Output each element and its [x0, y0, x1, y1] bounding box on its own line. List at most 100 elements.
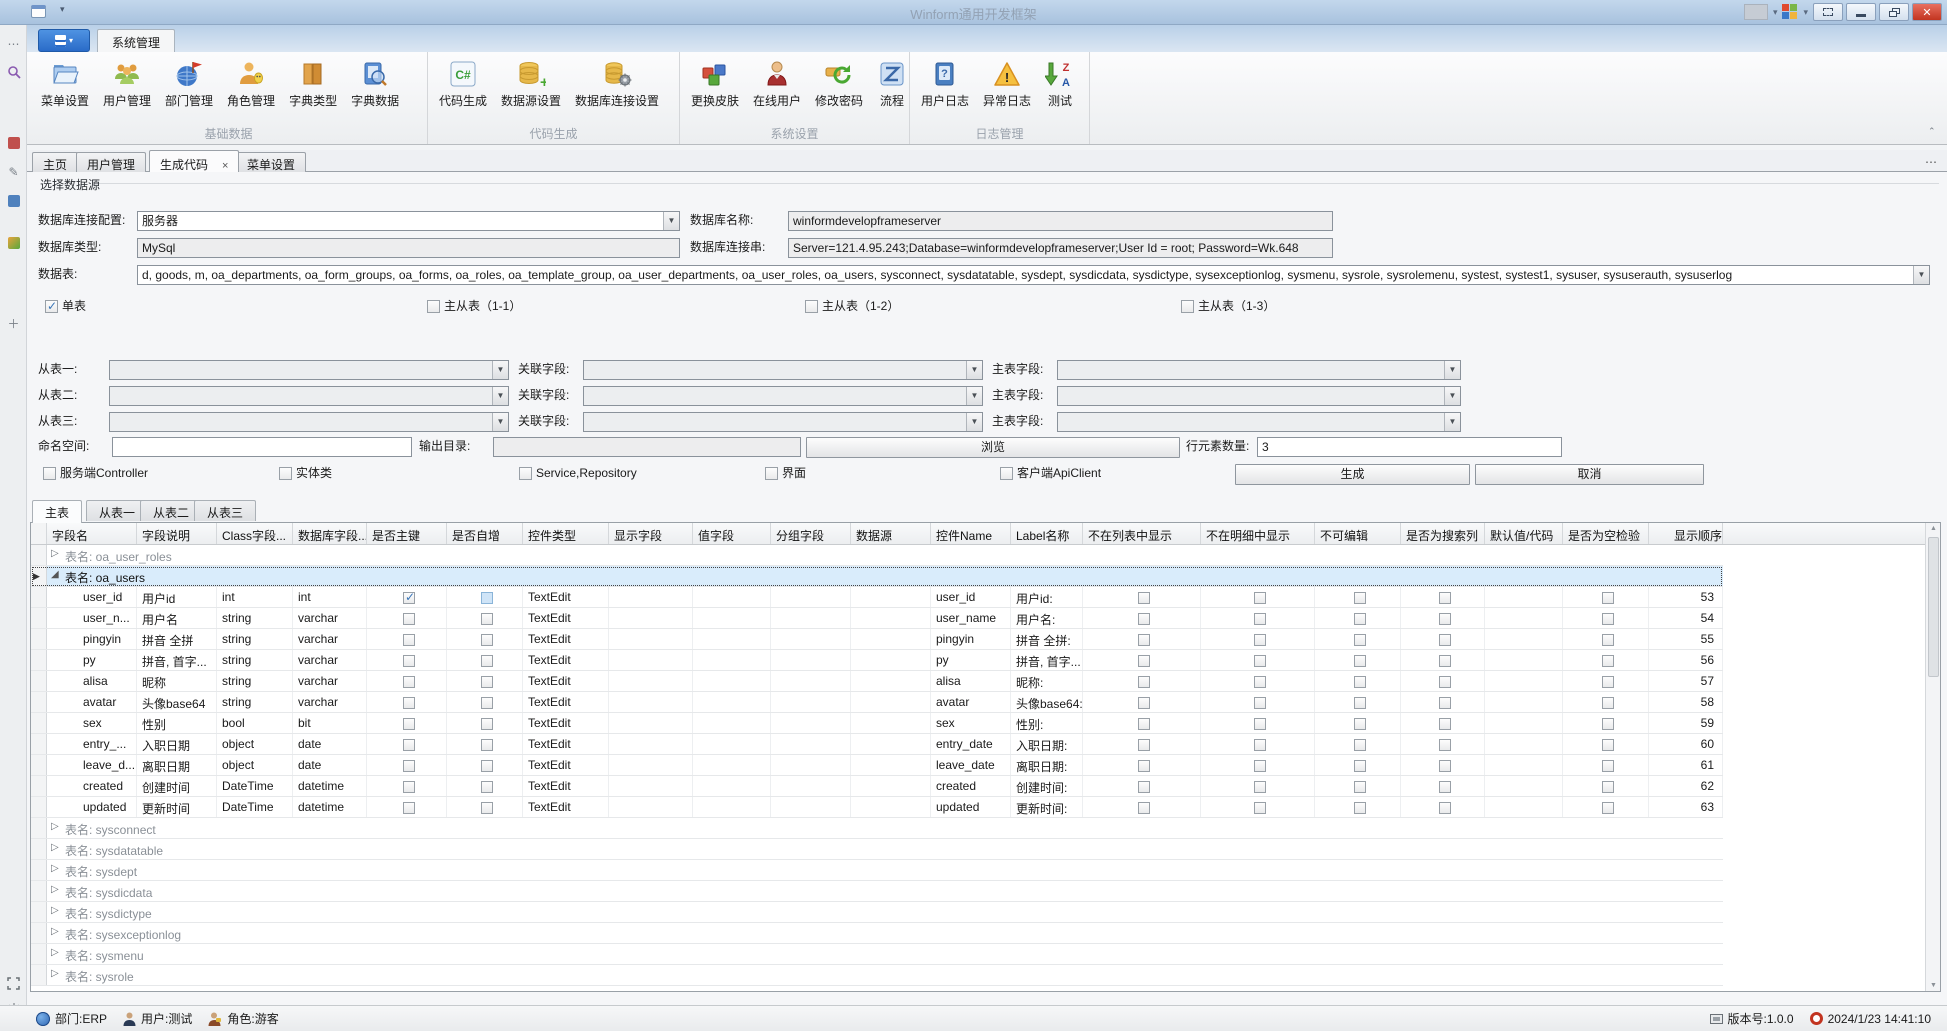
cell-is-autoinc[interactable] [447, 755, 523, 775]
cell-class-type[interactable]: DateTime [217, 797, 293, 817]
checkbox-icon[interactable] [1602, 718, 1614, 730]
cell-class-type[interactable]: string [217, 650, 293, 670]
checkbox-icon[interactable] [1254, 718, 1266, 730]
dictionary-data-button[interactable]: 字典数据 [344, 56, 406, 111]
checkbox-icon[interactable] [1354, 760, 1366, 772]
checkbox-icon[interactable] [403, 739, 415, 751]
cell-is-pk[interactable] [367, 776, 447, 796]
cell-is-search[interactable] [1401, 650, 1485, 670]
checkbox-icon[interactable] [403, 781, 415, 793]
cell-display-order[interactable]: 58 [1649, 692, 1723, 712]
chevron-down-icon[interactable]: ▾ [1773, 7, 1778, 18]
checkbox-icon[interactable] [1138, 718, 1150, 730]
cell-is-autoinc[interactable] [447, 713, 523, 733]
cell-hide-in-detail[interactable] [1201, 776, 1315, 796]
col-control-type[interactable]: 控件类型 [523, 523, 609, 544]
cell-field-desc[interactable]: 离职日期 [137, 755, 217, 775]
browse-button[interactable]: 浏览 [806, 437, 1180, 458]
cell-display-field[interactable] [609, 755, 693, 775]
cell-hide-in-list[interactable] [1083, 776, 1201, 796]
checkbox-icon[interactable] [403, 592, 415, 604]
cell-control-type[interactable]: TextEdit [523, 755, 609, 775]
cell-is-pk[interactable] [367, 587, 447, 607]
checkbox-icon[interactable] [1602, 592, 1614, 604]
cell-null-check[interactable] [1563, 671, 1649, 691]
field-row[interactable]: user_n... 用户名 string varchar TextEdit us… [31, 608, 1723, 629]
cell-not-editable[interactable] [1315, 776, 1401, 796]
cell-display-field[interactable] [609, 713, 693, 733]
checkbox-icon[interactable] [1439, 592, 1451, 604]
cell-is-pk[interactable] [367, 713, 447, 733]
checkbox-icon[interactable] [481, 739, 493, 751]
checkbox-icon[interactable] [1439, 739, 1451, 751]
cell-is-search[interactable] [1401, 671, 1485, 691]
checkbox-icon[interactable] [1439, 697, 1451, 709]
cell-default-code[interactable] [1485, 713, 1563, 733]
cell-hide-in-detail[interactable] [1201, 629, 1315, 649]
cell-class-type[interactable]: int [217, 587, 293, 607]
checkbox-icon[interactable] [519, 467, 532, 480]
cell-display-order[interactable]: 62 [1649, 776, 1723, 796]
cell-group-field[interactable] [771, 776, 851, 796]
title-bar[interactable]: ▾ Winform通用开发框架 ▾ ▾ ✕ [0, 0, 1947, 25]
ribbon-collapse-icon[interactable]: ⌃ [1928, 126, 1936, 137]
col-is-pk[interactable]: 是否主键 [367, 523, 447, 544]
cell-null-check[interactable] [1563, 734, 1649, 754]
cell-group-field[interactable] [771, 587, 851, 607]
department-management-button[interactable]: 部门管理 [158, 56, 220, 111]
table-group-row[interactable]: 表名: sysdatatable [31, 839, 1723, 860]
cell-field-name[interactable]: leave_d... [47, 755, 137, 775]
cell-field-name[interactable]: created [47, 776, 137, 796]
fullscreen-button[interactable] [1813, 3, 1843, 21]
col-data-source[interactable]: 数据源 [851, 523, 931, 544]
cell-label-name[interactable]: 头像base64: [1011, 692, 1083, 712]
menu-settings-button[interactable]: 菜单设置 [34, 56, 96, 111]
cell-field-desc[interactable]: 拼音, 首字... [137, 650, 217, 670]
cell-field-desc[interactable]: 入职日期 [137, 734, 217, 754]
cell-display-field[interactable] [609, 734, 693, 754]
checkbox-icon[interactable] [1439, 781, 1451, 793]
cell-field-desc[interactable]: 拼音 全拼 [137, 629, 217, 649]
checkbox-icon[interactable] [1254, 697, 1266, 709]
checkbox-icon[interactable] [1602, 676, 1614, 688]
cell-control-type[interactable]: TextEdit [523, 797, 609, 817]
cell-default-code[interactable] [1485, 755, 1563, 775]
option-service-repository[interactable]: Service,Repository [519, 465, 637, 483]
field-row[interactable]: avatar 头像base64 string varchar TextEdit … [31, 692, 1723, 713]
scroll-up-icon[interactable]: ▲ [1926, 525, 1941, 532]
cell-null-check[interactable] [1563, 797, 1649, 817]
cell-hide-in-detail[interactable] [1201, 755, 1315, 775]
cell-class-type[interactable]: string [217, 608, 293, 628]
cell-hide-in-list[interactable] [1083, 671, 1201, 691]
edit-icon[interactable]: ✎ [0, 165, 27, 179]
field-row[interactable]: updated 更新时间 DateTime datetime TextEdit … [31, 797, 1723, 818]
cell-hide-in-detail[interactable] [1201, 650, 1315, 670]
checkbox-icon[interactable] [43, 467, 56, 480]
cell-is-search[interactable] [1401, 755, 1485, 775]
checkbox-icon[interactable] [1138, 613, 1150, 625]
checkbox-icon[interactable] [1138, 676, 1150, 688]
checkbox-icon[interactable] [1138, 697, 1150, 709]
cell-field-name[interactable]: avatar [47, 692, 137, 712]
checkbox-icon[interactable] [481, 718, 493, 730]
cell-is-search[interactable] [1401, 776, 1485, 796]
cell-is-pk[interactable] [367, 629, 447, 649]
cell-control-name[interactable]: py [931, 650, 1011, 670]
checkbox-icon[interactable] [1254, 739, 1266, 751]
cell-hide-in-detail[interactable] [1201, 587, 1315, 607]
expand-collapse-icon[interactable] [47, 881, 65, 901]
restore-button[interactable] [1879, 3, 1909, 21]
checkbox-icon[interactable] [1138, 592, 1150, 604]
cell-data-source[interactable] [851, 650, 931, 670]
cell-control-name[interactable]: alisa [931, 671, 1011, 691]
cell-data-source[interactable] [851, 713, 931, 733]
expand-collapse-icon[interactable] [47, 902, 65, 922]
col-control-name[interactable]: 控件Name [931, 523, 1011, 544]
cell-display-order[interactable]: 55 [1649, 629, 1723, 649]
cell-label-name[interactable]: 用户id: [1011, 587, 1083, 607]
option-entity-class[interactable]: 实体类 [279, 465, 332, 483]
field-row[interactable]: py 拼音, 首字... string varchar TextEdit py … [31, 650, 1723, 671]
col-field-desc[interactable]: 字段说明 [137, 523, 217, 544]
checkbox-icon[interactable] [481, 781, 493, 793]
checkbox-icon[interactable] [1354, 697, 1366, 709]
